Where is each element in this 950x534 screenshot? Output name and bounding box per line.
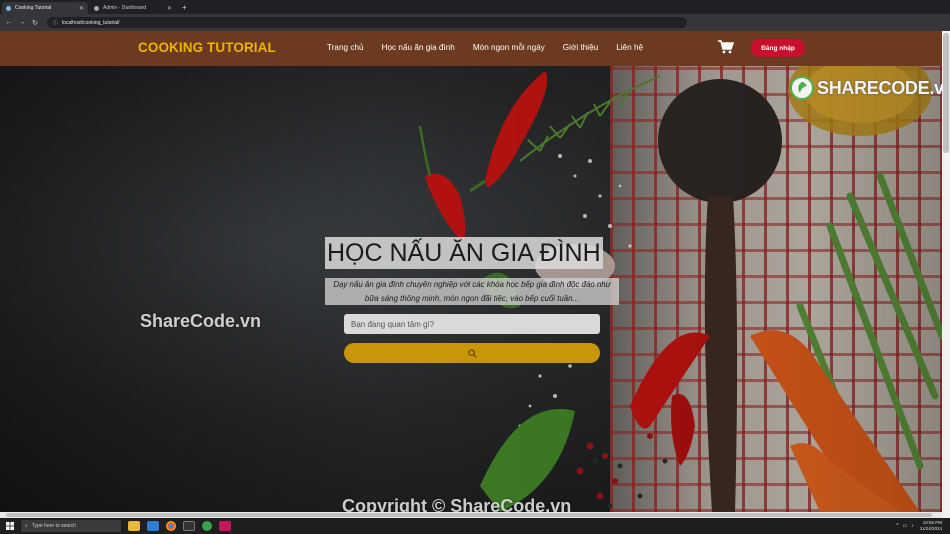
login-button[interactable]: Đăng nhập	[751, 39, 805, 57]
url-text: localhost/cooking_tutorial/	[62, 19, 120, 26]
network-icon[interactable]: ▭	[903, 523, 908, 529]
windows-logo-icon	[6, 522, 14, 530]
address-bar[interactable]: ⓘ localhost/cooking_tutorial/	[47, 17, 687, 28]
tab-close-icon[interactable]: ✕	[167, 5, 172, 12]
windows-taskbar: ⌕ Type here to search ^ ▭ ♪ 10:56 PM 11/…	[0, 518, 950, 534]
cart-icon[interactable]	[718, 40, 734, 54]
scrollbar-thumb[interactable]	[6, 513, 932, 517]
search-button[interactable]	[344, 343, 600, 363]
sharecode-logo-icon	[790, 76, 814, 100]
sharecode-logo-text: SHARECODE.vn	[817, 77, 942, 98]
clock-date: 11/24/2024	[919, 526, 942, 531]
hero-description: Dạy nấu ăn gia đình chuyên nghiệp với cá…	[325, 278, 619, 305]
xampp-icon[interactable]	[202, 521, 212, 531]
nav-family-cooking[interactable]: Học nấu ăn gia đình	[382, 43, 455, 52]
app-icon[interactable]	[219, 521, 231, 531]
new-tab-button[interactable]: +	[182, 2, 187, 14]
site-info-icon[interactable]: ⓘ	[53, 19, 58, 26]
vscode-icon[interactable]	[147, 521, 159, 531]
tab-favicon-icon	[94, 5, 99, 11]
nav-about[interactable]: Giới thiệu	[563, 43, 598, 52]
nav-daily-dishes[interactable]: Món ngon mỗi ngày	[473, 43, 545, 52]
search-icon	[467, 348, 477, 358]
browser-toolbar: ← → ↻ ⓘ localhost/cooking_tutorial/	[0, 14, 950, 31]
sharecode-watermark-logo: SHARECODE.vn	[790, 76, 942, 100]
hero-title: HỌC NẤU ĂN GIA ĐÌNH	[325, 237, 603, 269]
chrome-icon[interactable]	[166, 521, 176, 531]
tab-title: Cooking Tutorial	[15, 5, 52, 11]
scrollbar-thumb[interactable]	[943, 33, 949, 153]
main-nav: Trang chủ Học nấu ăn gia đình Món ngon m…	[327, 43, 661, 52]
browser-tab-cooking[interactable]: Cooking Tutorial ✕	[2, 2, 88, 14]
back-arrow-icon[interactable]: ←	[4, 19, 14, 26]
chevron-up-icon[interactable]: ^	[896, 523, 898, 529]
taskbar-clock[interactable]: 10:56 PM 11/24/2024	[920, 520, 942, 532]
tab-close-icon[interactable]: ✕	[79, 5, 84, 12]
start-button[interactable]	[3, 518, 17, 534]
file-explorer-icon[interactable]	[128, 521, 140, 531]
tab-title: Admin - Dashboard	[103, 5, 147, 11]
taskbar-search-placeholder: Type here to search	[31, 523, 77, 529]
sharecode-watermark-left: ShareCode.vn	[140, 311, 262, 331]
nav-contact[interactable]: Liên hệ	[616, 43, 643, 52]
search-icon: ⌕	[25, 523, 28, 529]
reload-icon[interactable]: ↻	[30, 19, 40, 27]
forward-arrow-icon[interactable]: →	[17, 19, 27, 26]
browser-tab-strip: Cooking Tutorial ✕ Admin - Dashboard ✕ +	[0, 0, 950, 14]
browser-tab-admin[interactable]: Admin - Dashboard ✕	[90, 2, 176, 14]
taskbar-search[interactable]: ⌕ Type here to search	[21, 520, 121, 532]
vertical-scrollbar[interactable]	[942, 31, 950, 518]
volume-icon[interactable]: ♪	[911, 523, 914, 529]
terminal-icon[interactable]	[183, 521, 195, 531]
search-input[interactable]	[344, 314, 600, 334]
site-logo[interactable]: COOKING TUTORIAL	[138, 40, 276, 55]
nav-home[interactable]: Trang chủ	[327, 43, 364, 52]
tab-favicon-icon	[6, 5, 11, 11]
system-tray: ^ ▭ ♪ 10:56 PM 11/24/2024	[892, 518, 942, 534]
